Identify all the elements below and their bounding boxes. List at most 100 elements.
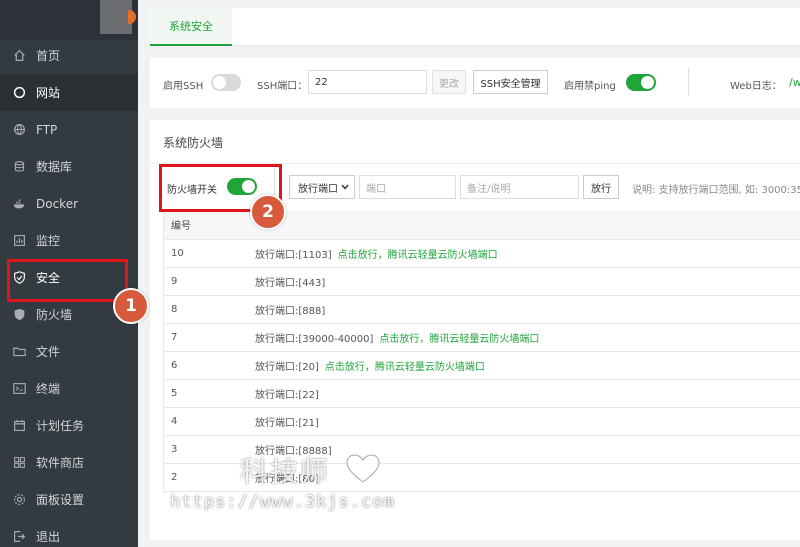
note-input[interactable]: 备注/说明 bbox=[460, 175, 579, 199]
sidebar-item-label: 防火墙 bbox=[36, 308, 73, 322]
toggle-knob bbox=[213, 76, 226, 89]
step-badge-1: 1 bbox=[113, 288, 149, 324]
sidebar-item-cron[interactable]: 计划任务 bbox=[0, 407, 138, 444]
port-input[interactable]: 端口 bbox=[359, 175, 456, 199]
sidebar-item-files[interactable]: 文件 bbox=[0, 333, 138, 370]
rule-cell: 放行端口:[39000-40000] 点击放行，腾讯云轻量云防火墙端口 bbox=[255, 323, 800, 352]
toggle-knob bbox=[641, 76, 654, 89]
rule-note-link[interactable]: 点击放行，腾讯云轻量云防火墙端口 bbox=[325, 362, 485, 373]
rule-cell: 放行端口:[1103] 点击放行，腾讯云轻量云防火墙端口 bbox=[255, 239, 800, 268]
folder-icon bbox=[12, 345, 26, 359]
action-select-value: 放行端口 bbox=[298, 183, 338, 195]
sidebar-item-docker[interactable]: Docker bbox=[0, 185, 138, 222]
sidebar-item-logout[interactable]: 退出 bbox=[0, 518, 138, 547]
sidebar-item-label: 面板设置 bbox=[36, 493, 85, 507]
sidebar-item-store[interactable]: 软件商店 bbox=[0, 444, 138, 481]
table-row: 6 放行端口:[20] 点击放行，腾讯云轻量云防火墙端口 bbox=[163, 351, 800, 380]
table-row: 7 放行端口:[39000-40000] 点击放行，腾讯云轻量云防火墙端口 bbox=[163, 323, 800, 352]
rule-cell: 放行端口:[20] 点击放行，腾讯云轻量云防火墙端口 bbox=[255, 351, 800, 380]
sidebar-item-label: 软件商店 bbox=[36, 456, 85, 470]
sidebar-item-label: 首页 bbox=[36, 49, 61, 63]
ping-toggle[interactable] bbox=[626, 74, 656, 91]
sidebar-item-label: FTP bbox=[36, 122, 58, 137]
rule-note-link[interactable]: 点击放行，腾讯云轻量云防火墙端口 bbox=[338, 250, 498, 261]
logout-icon bbox=[12, 530, 26, 544]
sidebar-item-settings[interactable]: 面板设置 bbox=[0, 481, 138, 518]
step-badge-2: 2 bbox=[250, 194, 286, 230]
action-select[interactable]: 放行端口 bbox=[289, 175, 355, 199]
sidebar-item-label: 数据库 bbox=[36, 160, 73, 174]
rule-id: 3 bbox=[163, 435, 255, 464]
highlight-box-security bbox=[7, 259, 128, 302]
table-row: 4 放行端口:[21] bbox=[163, 407, 800, 436]
weblog-label: Web日志： bbox=[730, 81, 782, 92]
table-left-border bbox=[163, 211, 164, 493]
chevron-down-icon bbox=[341, 184, 349, 190]
rule-text: 放行端口:[1103] bbox=[255, 249, 332, 261]
ssh-enable-label: 启用SSH bbox=[163, 81, 204, 92]
rule-cell: 放行端口:[21] bbox=[255, 407, 800, 436]
terminal-icon bbox=[12, 382, 26, 396]
tab-bar: 系统安全 bbox=[150, 8, 800, 46]
rule-text: 放行端口:[888] bbox=[255, 305, 326, 317]
table-row: 8 放行端口:[888] bbox=[163, 295, 800, 324]
sidebar-item-label: 文件 bbox=[36, 345, 61, 359]
divider bbox=[688, 68, 689, 96]
logo-accent bbox=[128, 10, 136, 24]
rule-text: 放行端口:[8888] bbox=[255, 445, 332, 457]
column-header-rule bbox=[255, 211, 800, 240]
ssh-port-change-button[interactable]: 更改 bbox=[432, 70, 466, 94]
sidebar-item-website[interactable]: 网站 bbox=[0, 74, 138, 111]
firewall-rules-table: 编号 10 放行端口:[1103] 点击放行，腾讯云轻量云防火墙端口 9 放行端口:[… bbox=[163, 211, 800, 492]
rule-id: 10 bbox=[163, 239, 255, 268]
rule-id: 9 bbox=[163, 267, 255, 296]
sidebar-item-label: 退出 bbox=[36, 530, 61, 544]
rule-id: 6 bbox=[163, 351, 255, 380]
rule-cell: 放行端口:[443] bbox=[255, 267, 800, 296]
shield-icon bbox=[12, 308, 26, 322]
tab-system-security[interactable]: 系统安全 bbox=[150, 8, 232, 46]
sidebar-item-monitor[interactable]: 监控 bbox=[0, 222, 138, 259]
monitor-icon bbox=[12, 234, 26, 248]
sidebar-item-home[interactable]: 首页 bbox=[0, 37, 138, 74]
table-row: 2 放行端口:[80] bbox=[163, 463, 800, 492]
rule-id: 2 bbox=[163, 463, 255, 492]
sidebar-item-label: Docker bbox=[36, 196, 79, 211]
sidebar-item-label: 计划任务 bbox=[36, 419, 85, 433]
sidebar-item-ftp[interactable]: FTP bbox=[0, 111, 138, 148]
rule-note-link[interactable]: 点击放行，腾讯云轻量云防火墙端口 bbox=[379, 334, 539, 345]
column-header-id: 编号 bbox=[163, 211, 255, 240]
sidebar-item-label: 终端 bbox=[36, 382, 61, 396]
sidebar-item-database[interactable]: 数据库 bbox=[0, 148, 138, 185]
table-row: 9 放行端口:[443] bbox=[163, 267, 800, 296]
allow-port-button[interactable]: 放行 bbox=[583, 175, 619, 199]
rule-text: 放行端口:[80] bbox=[255, 473, 319, 485]
rule-text: 放行端口:[20] bbox=[255, 361, 319, 373]
firewall-hint: 说明: 支持放行端口范围, 如: 3000:350 bbox=[632, 185, 800, 196]
rule-id: 7 bbox=[163, 323, 255, 352]
sidebar-item-label: 监控 bbox=[36, 234, 61, 248]
ssh-port-label: SSH端口： bbox=[257, 81, 308, 92]
ssh-toggle[interactable] bbox=[211, 74, 241, 91]
table-row: 3 放行端口:[8888] bbox=[163, 435, 800, 464]
ssh-manage-button[interactable]: SSH安全管理 bbox=[473, 70, 548, 94]
globe-icon bbox=[12, 86, 26, 100]
database-icon bbox=[12, 160, 26, 174]
sidebar-item-label: 网站 bbox=[36, 86, 61, 100]
rule-id: 8 bbox=[163, 295, 255, 324]
ssh-port-input[interactable]: 22 bbox=[308, 70, 427, 94]
table-row: 10 放行端口:[1103] 点击放行，腾讯云轻量云防火墙端口 bbox=[163, 239, 800, 268]
rule-cell: 放行端口:[22] bbox=[255, 379, 800, 408]
rule-text: 放行端口:[443] bbox=[255, 277, 326, 289]
rule-cell: 放行端口:[8888] bbox=[255, 435, 800, 464]
sidebar-item-terminal[interactable]: 终端 bbox=[0, 370, 138, 407]
logo-area bbox=[0, 0, 138, 40]
table-row: 5 放行端口:[22] bbox=[163, 379, 800, 408]
rule-cell: 放行端口:[80] bbox=[255, 463, 800, 492]
gear-icon bbox=[12, 493, 26, 507]
ssh-settings-panel: 启用SSH SSH端口： 22 更改 SSH安全管理 启用禁ping Web日志… bbox=[150, 58, 800, 108]
rule-text: 放行端口:[39000-40000] bbox=[255, 333, 374, 345]
weblog-path[interactable]: /w bbox=[789, 76, 800, 89]
rule-text: 放行端口:[21] bbox=[255, 417, 319, 429]
rule-text: 放行端口:[22] bbox=[255, 389, 319, 401]
